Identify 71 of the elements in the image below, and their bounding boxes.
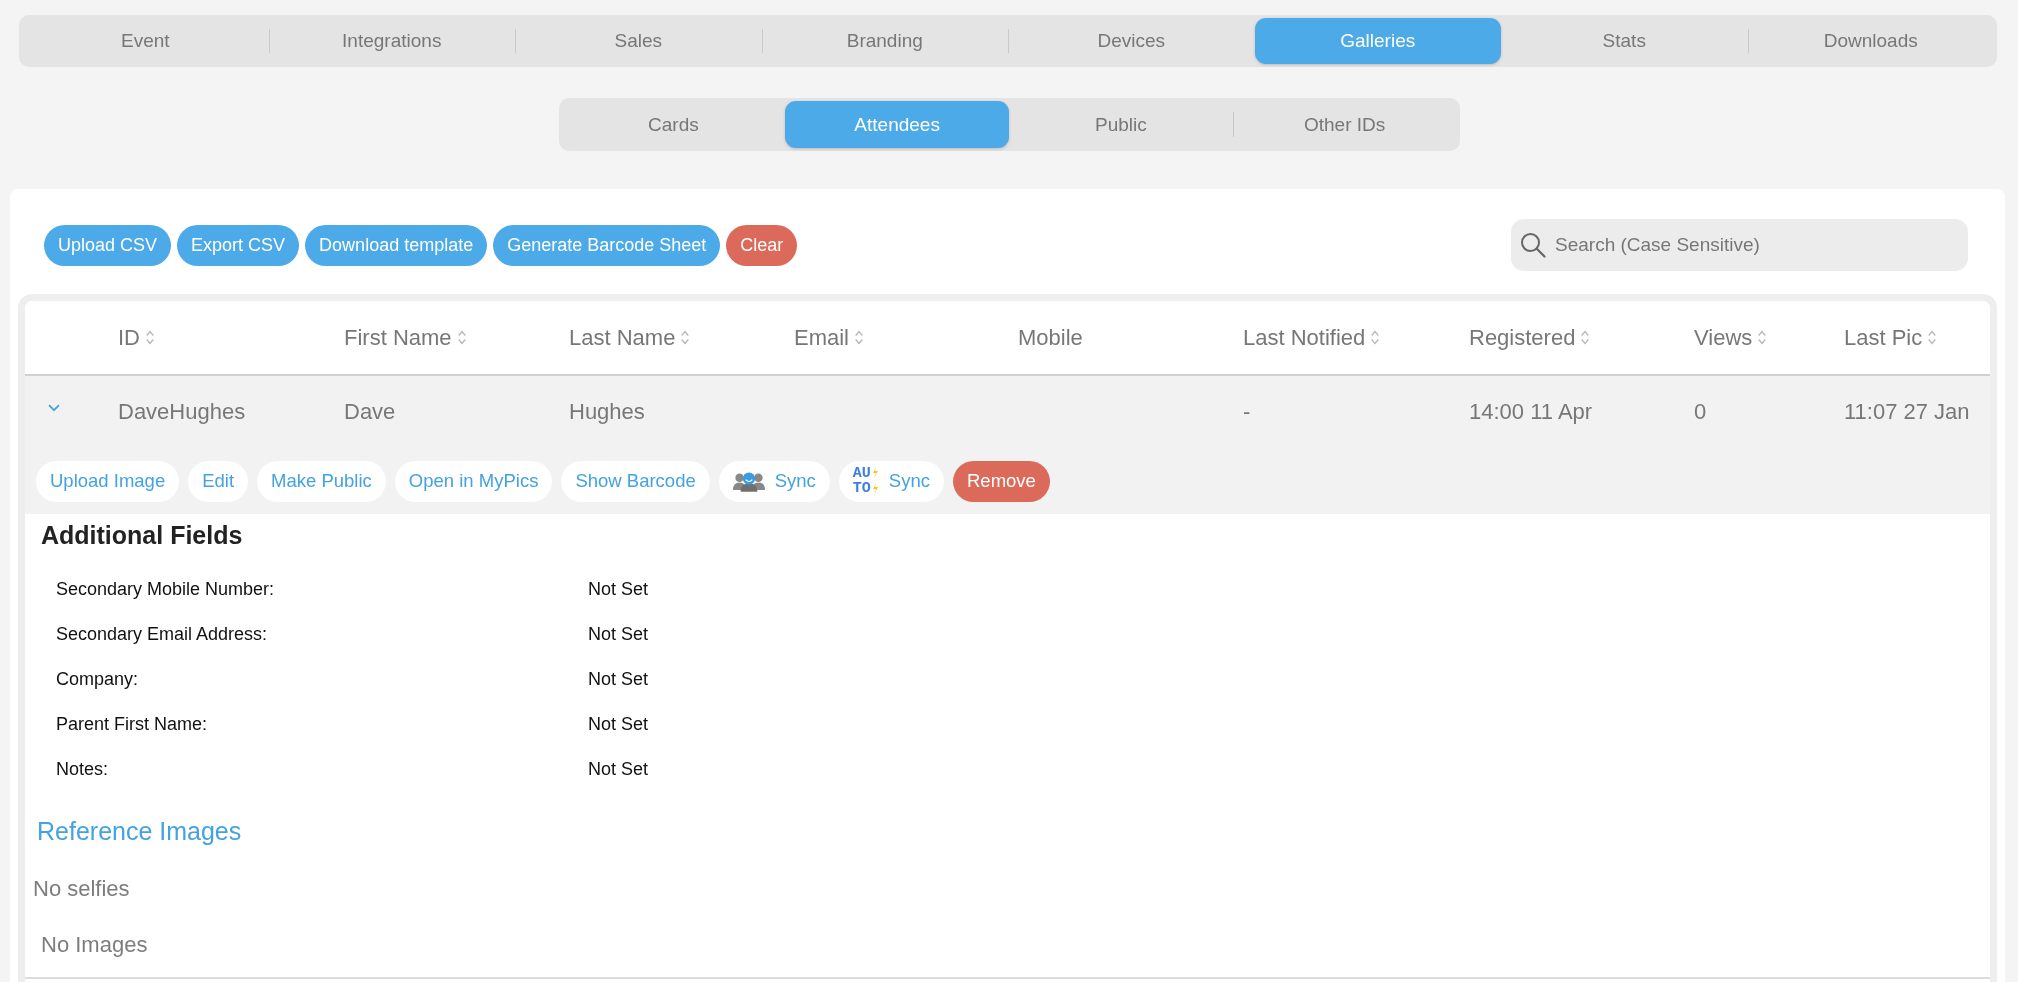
tab[interactable]: Galleries bbox=[1254, 18, 1501, 64]
search-icon bbox=[1520, 232, 1546, 258]
sort-icon bbox=[681, 330, 690, 345]
tab[interactable]: Stats bbox=[1501, 18, 1748, 64]
table-cell: Hughes bbox=[569, 399, 645, 424]
field-value: Not Set bbox=[588, 759, 649, 780]
action-button[interactable]: Show Barcode bbox=[561, 460, 710, 502]
column-header[interactable]: Last Notified bbox=[1243, 324, 1380, 351]
lightning-icon bbox=[871, 467, 879, 495]
search-field[interactable]: Search (Case Sensitive) bbox=[1511, 219, 1968, 271]
empty-message: No Images bbox=[41, 932, 149, 958]
sort-icon bbox=[1371, 330, 1380, 345]
field-label: Parent First Name: bbox=[56, 714, 208, 735]
clear-button[interactable]: Clear bbox=[726, 224, 798, 266]
sort-icon bbox=[1581, 330, 1590, 345]
toolbar-button[interactable]: Export CSV bbox=[177, 224, 300, 266]
field-label: Secondary Email Address: bbox=[56, 624, 268, 645]
action-button[interactable]: Open in MyPics bbox=[394, 460, 553, 502]
column-header: Mobile bbox=[1018, 324, 1083, 351]
field-label: Company: bbox=[56, 669, 139, 690]
chevron-down-icon bbox=[48, 404, 60, 412]
sort-icon bbox=[457, 330, 466, 345]
field-value: Not Set bbox=[588, 714, 649, 735]
column-header[interactable]: Last Name bbox=[569, 324, 690, 351]
tab[interactable]: Other IDs bbox=[1232, 101, 1457, 148]
toolbar-button[interactable]: Download template bbox=[305, 224, 488, 266]
remove-button[interactable]: Remove bbox=[953, 460, 1050, 502]
field-value: Not Set bbox=[588, 579, 649, 600]
action-button[interactable]: Edit bbox=[188, 460, 249, 502]
tab[interactable]: Event bbox=[22, 18, 269, 64]
tab[interactable]: Attendees bbox=[785, 101, 1009, 148]
table-cell: - bbox=[1243, 399, 1251, 424]
tab[interactable]: Devices bbox=[1008, 18, 1255, 64]
field-value: Not Set bbox=[588, 624, 649, 645]
tab[interactable]: Public bbox=[1009, 101, 1233, 148]
sort-icon bbox=[1758, 330, 1767, 345]
section-heading: Reference Images bbox=[37, 816, 243, 846]
column-header[interactable]: Last Pic bbox=[1844, 324, 1937, 351]
field-label: Notes: bbox=[56, 759, 109, 780]
column-header[interactable]: ID bbox=[118, 324, 154, 351]
tab[interactable]: Downloads bbox=[1747, 18, 1994, 64]
tab[interactable]: Integrations bbox=[268, 18, 515, 64]
toolbar-button[interactable]: Upload CSV bbox=[44, 224, 172, 266]
column-header[interactable]: Views bbox=[1694, 324, 1767, 351]
expand-toggle[interactable] bbox=[48, 404, 60, 412]
table-cell: Dave bbox=[344, 399, 396, 424]
sort-icon bbox=[1928, 330, 1937, 345]
details-heading: Additional Fields bbox=[41, 520, 244, 550]
toolbar-button[interactable]: Generate Barcode Sheet bbox=[493, 224, 721, 266]
tab[interactable]: Branding bbox=[761, 18, 1008, 64]
table-cell: 14:00 11 Apr bbox=[1469, 399, 1593, 424]
people-group-icon bbox=[732, 470, 765, 492]
table-cell: DaveHughes bbox=[118, 399, 246, 424]
column-header[interactable]: Email bbox=[794, 324, 863, 351]
sort-icon bbox=[855, 330, 863, 345]
sync-button[interactable]: Sync bbox=[718, 460, 830, 502]
table-row[interactable]: DaveHughes Dave Hughes - 14:00 11 Apr 0 11:07 27 Jan bbox=[25, 376, 1990, 448]
action-button[interactable]: Upload Image bbox=[36, 460, 180, 502]
column-header[interactable]: First Name bbox=[344, 324, 466, 351]
sync-button[interactable]: AUTO Sync bbox=[838, 460, 944, 502]
column-header[interactable]: Registered bbox=[1469, 324, 1590, 351]
tab[interactable]: Cards bbox=[561, 101, 786, 148]
action-button[interactable]: Make Public bbox=[257, 460, 386, 502]
field-label: Secondary Mobile Number: bbox=[56, 579, 275, 600]
tab[interactable]: Sales bbox=[515, 18, 762, 64]
sort-icon bbox=[146, 330, 154, 345]
table-cell: 0 bbox=[1694, 399, 1707, 424]
auto-label: AUTO bbox=[852, 466, 871, 496]
field-value: Not Set bbox=[588, 669, 649, 690]
empty-message: No selfies bbox=[33, 876, 131, 902]
table-cell: 11:07 27 Jan bbox=[1844, 399, 1970, 424]
